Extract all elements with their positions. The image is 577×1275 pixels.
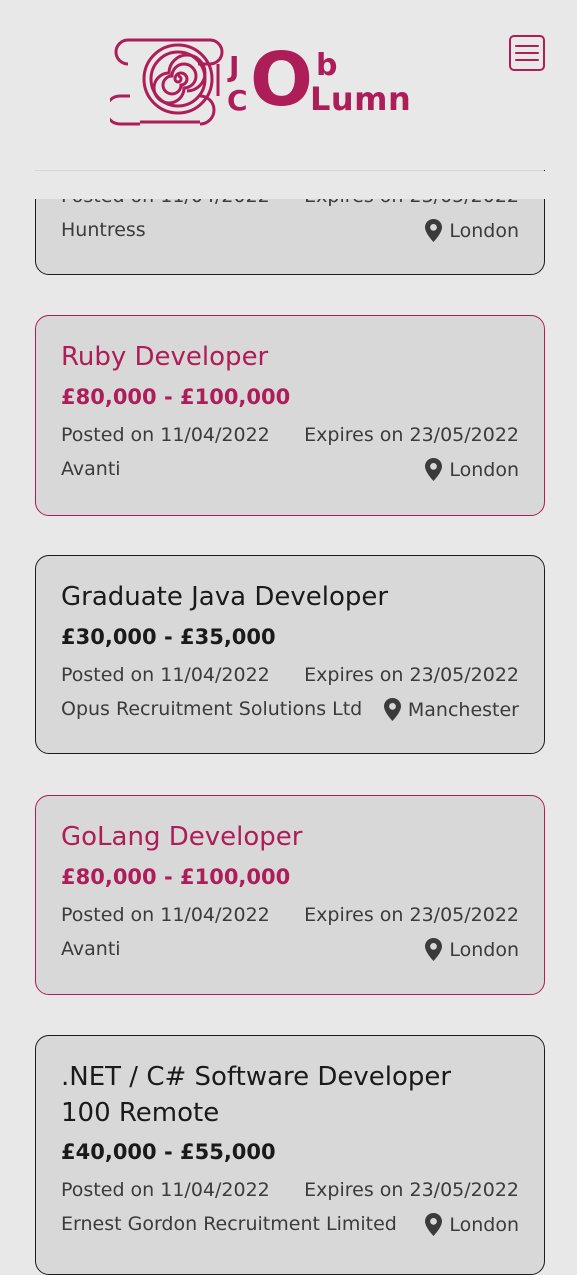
- site-header: J C O b Lumn: [0, 0, 577, 170]
- job-title[interactable]: Ruby Developer: [61, 339, 268, 375]
- menu-bar: [515, 45, 539, 47]
- logo-icon[interactable]: [104, 34, 230, 132]
- job-dates: Posted on 11/04/2022 Expires on 23/05/20…: [61, 424, 519, 446]
- map-pin-icon: [425, 938, 443, 961]
- job-location: London: [425, 938, 519, 961]
- job-title[interactable]: .NET / C# Software Developer 100 Remote: [61, 1059, 491, 1131]
- menu-bar: [515, 52, 539, 54]
- job-company-location: Opus Recruitment Solutions Ltd Mancheste…: [61, 698, 519, 721]
- map-pin-icon: [425, 458, 443, 481]
- logo-letter: O: [250, 37, 313, 123]
- job-dates: Posted on 11/04/2022 Expires on 23/05/20…: [61, 904, 519, 926]
- job-title[interactable]: Graduate Java Developer: [61, 579, 388, 615]
- expiry-date: Expires on 23/05/2022: [304, 904, 519, 926]
- location-label: London: [449, 1213, 519, 1236]
- job-company-location: Huntress London: [61, 219, 519, 242]
- company-name: Huntress: [61, 219, 146, 241]
- job-location: Manchester: [383, 698, 519, 721]
- location-label: London: [449, 219, 519, 242]
- job-card[interactable]: Ruby Developer £80,000 - £100,000 Posted…: [35, 315, 545, 516]
- job-company-location: Avanti London: [61, 458, 519, 481]
- job-location: London: [425, 1213, 519, 1236]
- hamburger-menu-button[interactable]: [509, 35, 545, 71]
- posted-date: Posted on 11/04/2022: [61, 664, 270, 686]
- job-card[interactable]: GoLang Developer £80,000 - £100,000 Post…: [35, 795, 545, 995]
- location-label: London: [449, 938, 519, 961]
- company-name: Opus Recruitment Solutions Ltd: [61, 698, 363, 720]
- expiry-date: Expires on 23/05/2022: [304, 1179, 519, 1201]
- logo-letter: J: [229, 50, 240, 83]
- logo-letter: b: [316, 48, 338, 83]
- logo-letter: C: [227, 84, 248, 117]
- job-card[interactable]: .NET / C# Software Developer 100 Remote …: [35, 1035, 545, 1275]
- job-dates: Posted on 11/04/2022 Expires on 23/05/20…: [61, 664, 519, 686]
- posted-date: Posted on 11/04/2022: [61, 424, 270, 446]
- location-label: Manchester: [407, 698, 519, 721]
- posted-date: Posted on 11/04/2022: [61, 1179, 270, 1201]
- job-salary: £80,000 - £100,000: [61, 865, 291, 889]
- job-card[interactable]: Graduate Java Developer £30,000 - £35,00…: [35, 555, 545, 754]
- menu-bar: [515, 59, 539, 61]
- company-name: Avanti: [61, 938, 121, 960]
- logo-letter: Lumn: [310, 80, 412, 118]
- company-name: Avanti: [61, 458, 121, 480]
- logo-wordmark[interactable]: J C O b Lumn: [226, 40, 416, 120]
- job-location: London: [425, 458, 519, 481]
- map-pin-icon: [425, 1213, 443, 1236]
- job-company-location: Ernest Gordon Recruitment Limited London: [61, 1213, 519, 1236]
- job-salary: £30,000 - £35,000: [61, 625, 276, 649]
- expiry-date: Expires on 23/05/2022: [304, 664, 519, 686]
- company-name: Ernest Gordon Recruitment Limited: [61, 1213, 397, 1235]
- expiry-date: Expires on 23/05/2022: [304, 424, 519, 446]
- map-pin-icon: [383, 698, 401, 721]
- location-label: London: [449, 458, 519, 481]
- job-dates: Posted on 11/04/2022 Expires on 23/05/20…: [61, 1179, 519, 1201]
- job-company-location: Avanti London: [61, 938, 519, 961]
- job-location: London: [425, 219, 519, 242]
- posted-date: Posted on 11/04/2022: [61, 904, 270, 926]
- header-spacer: [0, 171, 577, 199]
- job-salary: £80,000 - £100,000: [61, 385, 291, 409]
- job-title[interactable]: GoLang Developer: [61, 819, 302, 855]
- map-pin-icon: [425, 219, 443, 242]
- job-salary: £40,000 - £55,000: [61, 1140, 276, 1164]
